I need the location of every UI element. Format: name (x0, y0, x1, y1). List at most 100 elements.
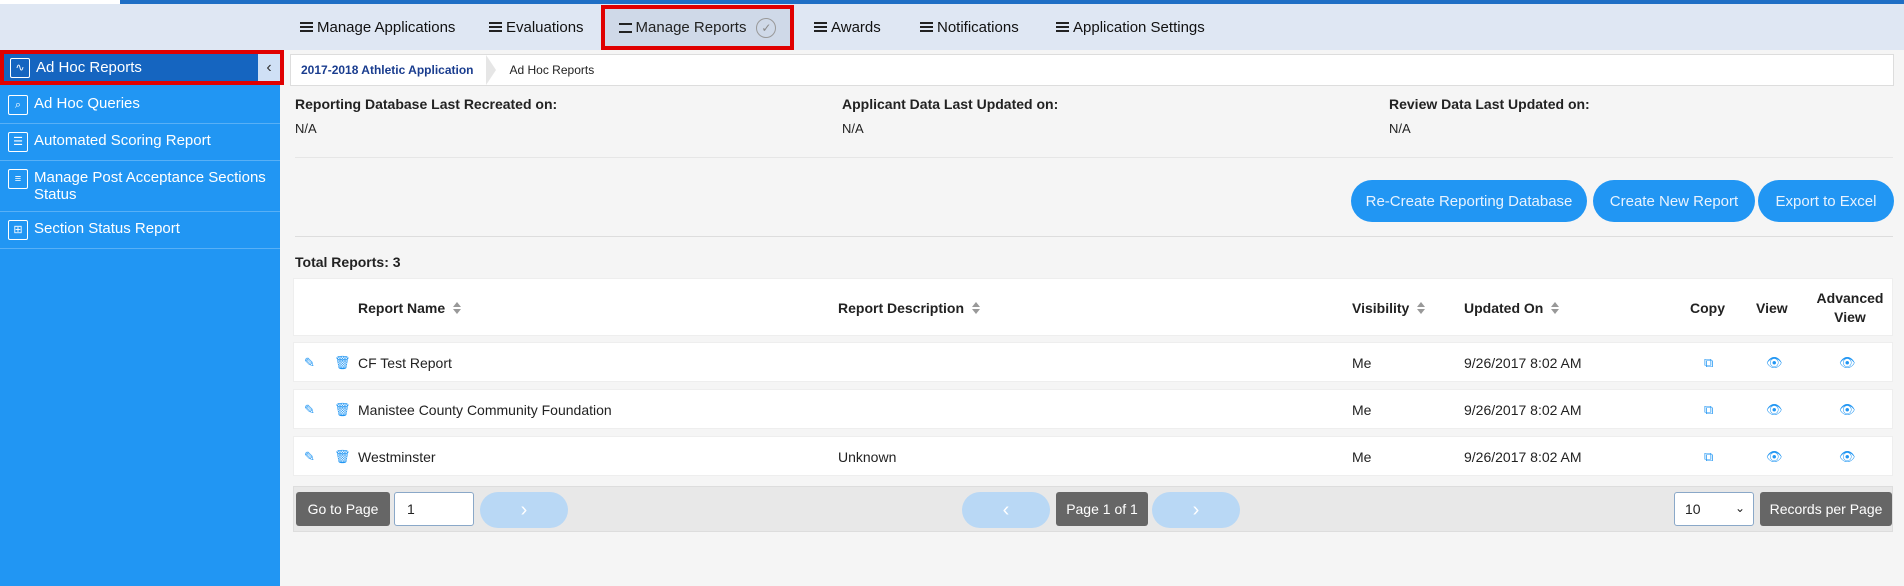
review-updated-value: N/A (1389, 121, 1411, 136)
nav-label: Manage Reports (635, 19, 747, 36)
go-to-page-button[interactable]: Go to Page (296, 492, 390, 526)
next-page-button[interactable]: › (1152, 492, 1240, 528)
header-visibility[interactable]: Visibility (1352, 279, 1426, 337)
nav-manage-reports[interactable]: Manage Reports ✓ (601, 5, 794, 50)
recreate-database-button[interactable]: Re-Create Reporting Database (1351, 180, 1587, 222)
report-updated: 9/26/2017 8:02 AM (1464, 355, 1582, 371)
header-view: View (1756, 300, 1788, 316)
chevron-left-icon: ‹ (1002, 498, 1010, 521)
edit-icon[interactable]: ✎ (304, 343, 315, 383)
check-circle-icon: ✓ (756, 17, 777, 38)
checklist-icon: ☰ (8, 132, 28, 152)
query-icon: ⌕ (8, 95, 28, 115)
hierarchy-icon: ⊞ (8, 220, 28, 240)
nav-manage-applications[interactable]: Manage Applications (300, 4, 455, 50)
applicant-updated-value: N/A (842, 121, 864, 136)
menu-icon (920, 22, 933, 32)
status-list-icon: ≡ (8, 169, 28, 189)
report-visibility: Me (1352, 355, 1372, 371)
report-visibility: Me (1352, 402, 1372, 418)
trash-icon[interactable]: 🗑 (334, 390, 351, 430)
report-name: Westminster (358, 449, 436, 465)
header-copy: Copy (1690, 300, 1725, 316)
records-per-page-label: Records per Page (1760, 492, 1892, 526)
nav-notifications[interactable]: Notifications (920, 4, 1019, 50)
nav-application-settings[interactable]: Application Settings (1056, 4, 1205, 50)
nav-label: Manage Applications (317, 18, 456, 36)
nav-label: Awards (831, 18, 881, 36)
trash-icon[interactable]: 🗑 (334, 343, 351, 383)
menu-icon (814, 22, 827, 32)
table-row: ✎ 🗑 CF Test Report Me 9/26/2017 8:02 AM … (293, 342, 1893, 382)
table-row: ✎ 🗑 Westminster Unknown Me 9/26/2017 8:0… (293, 436, 1893, 476)
eye-icon[interactable]: 👁 (1839, 437, 1856, 477)
sort-icon (1417, 302, 1426, 314)
divider (295, 236, 1893, 237)
review-updated-label: Review Data Last Updated on: (1389, 96, 1590, 112)
chevron-right-icon: › (520, 498, 528, 521)
sort-icon (453, 302, 462, 314)
sort-icon (1551, 302, 1560, 314)
header-advanced-view: Advanced View (1816, 290, 1884, 325)
menu-icon (489, 22, 502, 32)
sort-icon (972, 302, 981, 314)
edit-icon[interactable]: ✎ (304, 437, 315, 477)
db-recreated-value: N/A (295, 121, 317, 136)
next-page-button-disabled[interactable]: › (480, 492, 568, 528)
per-page-value: 10 (1685, 501, 1701, 517)
divider (295, 157, 1893, 158)
menu-icon (618, 22, 632, 33)
eye-icon[interactable]: 👁 (1766, 437, 1783, 477)
breadcrumb-application[interactable]: 2017-2018 Athletic Application (291, 55, 495, 85)
nav-label: Evaluations (506, 18, 584, 36)
header-report-name[interactable]: Report Name (358, 279, 462, 337)
pagination-bar: Go to Page 1 › ‹ Page 1 of 1 › 10 ⌄ Reco… (293, 486, 1893, 532)
eye-icon[interactable]: 👁 (1839, 390, 1856, 430)
export-excel-button[interactable]: Export to Excel (1758, 180, 1894, 222)
menu-icon (300, 22, 313, 32)
trash-icon[interactable]: 🗑 (334, 437, 351, 477)
page-info: Page 1 of 1 (1056, 492, 1148, 526)
nav-evaluations[interactable]: Evaluations (489, 4, 584, 50)
create-report-button[interactable]: Create New Report (1593, 180, 1755, 222)
main-content: 2017-2018 Athletic Application Ad Hoc Re… (290, 50, 1896, 586)
sidebar-item-section-status-report[interactable]: ⊞ Section Status Report (0, 212, 280, 249)
report-updated: 9/26/2017 8:02 AM (1464, 449, 1582, 465)
eye-icon[interactable]: 👁 (1839, 343, 1856, 383)
sidebar-item-ad-hoc-reports[interactable]: ∿ Ad Hoc Reports ‹ (0, 50, 284, 85)
breadcrumb: 2017-2018 Athletic Application Ad Hoc Re… (290, 54, 1894, 86)
menu-icon (1056, 22, 1069, 32)
sidebar-item-label: Ad Hoc Queries (34, 95, 140, 112)
header-label: Report Description (838, 300, 965, 316)
table-row: ✎ 🗑 Manistee County Community Foundation… (293, 389, 1893, 429)
page-number-input[interactable]: 1 (394, 492, 474, 526)
copy-icon[interactable]: ⧉ (1704, 390, 1713, 430)
chevron-right-icon: › (1192, 498, 1200, 521)
header-label: Report Name (358, 300, 446, 316)
report-name: Manistee County Community Foundation (358, 402, 612, 418)
prev-page-button[interactable]: ‹ (962, 492, 1050, 528)
sidebar-item-label: Automated Scoring Report (34, 132, 211, 149)
sidebar-item-automated-scoring-report[interactable]: ☰ Automated Scoring Report (0, 124, 280, 161)
report-description: Unknown (838, 449, 897, 465)
sidebar-item-ad-hoc-queries[interactable]: ⌕ Ad Hoc Queries (0, 87, 280, 124)
applicant-updated-label: Applicant Data Last Updated on: (842, 96, 1059, 112)
copy-icon[interactable]: ⧉ (1704, 343, 1713, 383)
edit-icon[interactable]: ✎ (304, 390, 315, 430)
report-updated: 9/26/2017 8:02 AM (1464, 402, 1582, 418)
eye-icon[interactable]: 👁 (1766, 343, 1783, 383)
records-per-page-select[interactable]: 10 ⌄ (1674, 492, 1754, 526)
sidebar-item-manage-post-acceptance[interactable]: ≡ Manage Post Acceptance Sections Status (0, 161, 280, 212)
report-name: CF Test Report (358, 355, 452, 371)
collapse-sidebar-button[interactable]: ‹ (258, 54, 280, 81)
sidebar-item-label: Section Status Report (34, 220, 180, 237)
sidebar-item-label: Ad Hoc Reports (36, 59, 142, 76)
eye-icon[interactable]: 👁 (1766, 390, 1783, 430)
sidebar-item-label: Manage Post Acceptance Sections Status (34, 169, 266, 203)
nav-awards[interactable]: Awards (814, 4, 881, 50)
header-updated-on[interactable]: Updated On (1464, 279, 1560, 337)
header-report-description[interactable]: Report Description (838, 279, 981, 337)
top-navigation: Manage Applications Evaluations Awards N… (0, 4, 1904, 50)
copy-icon[interactable]: ⧉ (1704, 437, 1713, 477)
line-chart-icon: ∿ (10, 57, 30, 78)
